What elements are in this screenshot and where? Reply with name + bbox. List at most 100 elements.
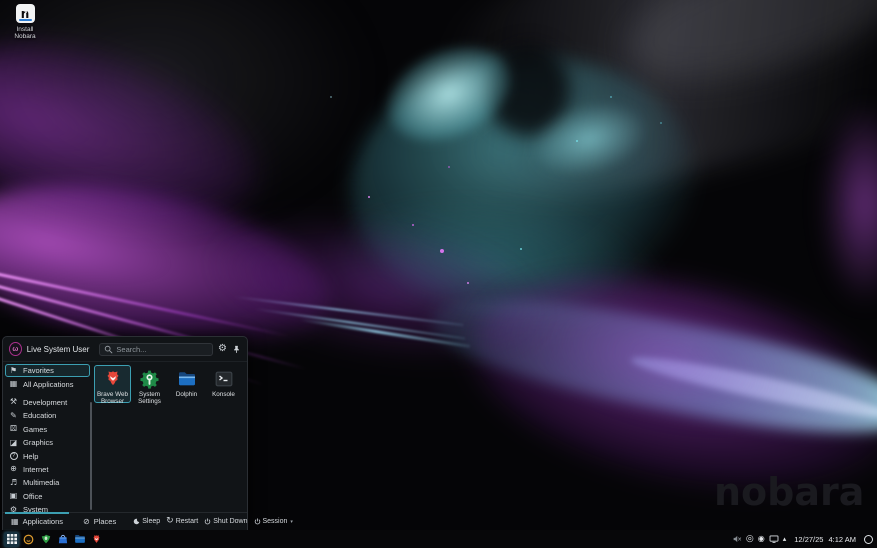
install-nobara-desktop-icon[interactable]: n Install Nobara bbox=[3, 4, 47, 40]
sidebar-item-label: Multimedia bbox=[23, 478, 59, 487]
sidebar-item-favorites[interactable]: ⚑ Favorites bbox=[5, 364, 90, 377]
sleep-moon-icon bbox=[133, 518, 140, 525]
sidebar-item-label: Favorites bbox=[23, 366, 54, 375]
power-icon bbox=[204, 518, 211, 525]
discover-app-button[interactable] bbox=[55, 532, 70, 547]
leave-action-label: Session bbox=[263, 518, 288, 525]
pin-button[interactable] bbox=[232, 345, 241, 354]
search-box bbox=[99, 343, 213, 356]
restart-arrow-icon: ↻ bbox=[166, 517, 174, 526]
desktop-screen: nobara n Install Nobara ω Live System Us… bbox=[0, 0, 877, 548]
games-icon: ⚄ bbox=[9, 425, 18, 433]
status-ring-button[interactable]: ◎ bbox=[746, 535, 754, 544]
bookmark-icon: ⚑ bbox=[9, 367, 18, 375]
green-wings-app-button[interactable] bbox=[38, 532, 53, 547]
konsole-terminal-icon bbox=[214, 369, 234, 389]
ring-outline-icon bbox=[864, 535, 873, 544]
taskbar-panel: ◎ ◉ ▴ 12/27/25 4:12 AM bbox=[0, 530, 877, 548]
clock-date: 12/27/25 bbox=[794, 535, 823, 544]
sleep-button[interactable]: Sleep bbox=[133, 518, 160, 525]
sidebar-item-graphics[interactable]: ◪Graphics bbox=[5, 436, 90, 449]
education-icon: ✎ bbox=[9, 412, 18, 420]
sidebar-item-label: Internet bbox=[23, 465, 48, 474]
internet-globe-icon: ⊕ bbox=[9, 465, 18, 473]
search-icon bbox=[104, 345, 113, 354]
volume-muted-icon bbox=[732, 534, 742, 544]
app-tile-label: System Settings bbox=[132, 391, 167, 405]
expand-tray-button[interactable]: ▴ bbox=[783, 536, 787, 543]
launcher-body: ⚑ Favorites ▦ All Applications ⚒ Development ✎… bbox=[3, 362, 247, 512]
all-apps-grid-icon: ▦ bbox=[9, 380, 18, 388]
launcher-header: ω Live System User ⚙ bbox=[3, 337, 247, 362]
user-name: Live System User bbox=[27, 345, 90, 354]
show-desktop-button[interactable] bbox=[864, 535, 873, 544]
install-icon-label: Install Nobara bbox=[3, 26, 47, 40]
dolphin-folder-icon bbox=[177, 369, 197, 389]
ring-dot-icon: ◎ bbox=[746, 535, 754, 544]
sidebar-item-education[interactable]: ✎Education bbox=[5, 409, 90, 422]
help-icon: ? bbox=[9, 452, 18, 460]
nobara-watermark: nobara bbox=[714, 470, 864, 514]
application-launcher-button[interactable] bbox=[4, 532, 19, 547]
blue-bag-icon bbox=[57, 533, 69, 545]
sidebar-item-label: Development bbox=[23, 398, 67, 407]
sidebar-item-games[interactable]: ⚄Games bbox=[5, 423, 90, 436]
clock-time: 4:12 AM bbox=[828, 535, 856, 544]
session-button[interactable]: Session▾ bbox=[254, 518, 293, 525]
sidebar-item-label: All Applications bbox=[23, 380, 73, 389]
search-input[interactable] bbox=[116, 345, 208, 354]
office-icon: ▣ bbox=[9, 492, 18, 500]
restart-button[interactable]: ↻Restart bbox=[166, 517, 198, 526]
tab-label: Applications bbox=[23, 517, 63, 526]
launcher-grid-icon bbox=[7, 534, 17, 544]
launcher-sidebar: ⚑ Favorites ▦ All Applications ⚒ Development ✎… bbox=[3, 362, 92, 512]
all-apps-grid-icon: ▦ bbox=[11, 518, 19, 526]
volume-muted-button[interactable] bbox=[732, 534, 742, 544]
caret-up-icon: ▴ bbox=[783, 536, 787, 543]
compass-icon: ⊘ bbox=[83, 518, 90, 526]
app-tile-label: Dolphin bbox=[176, 391, 197, 398]
orange-ring-app-button[interactable] bbox=[21, 532, 36, 547]
leave-action-label: Restart bbox=[176, 518, 199, 525]
app-tile-system-settings[interactable]: System Settings bbox=[131, 365, 168, 403]
app-tile-brave-web-browser[interactable]: Brave Web Browser bbox=[94, 365, 131, 403]
sidebar-item-development[interactable]: ⚒ Development bbox=[5, 396, 90, 409]
leave-action-label: Sleep bbox=[142, 518, 160, 525]
display-icon bbox=[769, 534, 779, 544]
tab-places[interactable]: ⊘ Places bbox=[80, 513, 119, 530]
red-shield-icon bbox=[91, 534, 102, 545]
development-tools-icon: ⚒ bbox=[9, 398, 18, 406]
application-launcher-menu: ω Live System User ⚙ ⚑ Favorites ▦ All Appl… bbox=[2, 336, 248, 530]
wallpaper-particles bbox=[0, 0, 2, 2]
brave-browser-button[interactable] bbox=[89, 532, 104, 547]
system-tray: ◎ ◉ ▴ 12/27/25 4:12 AM bbox=[732, 534, 873, 544]
chevron-down-icon: ▾ bbox=[290, 519, 293, 525]
filled-dot-icon: ◉ bbox=[758, 535, 765, 543]
multimedia-icon: ♬ bbox=[9, 479, 18, 487]
shut-down-button[interactable]: Shut Down bbox=[204, 518, 247, 525]
system-settings-icon bbox=[139, 369, 160, 389]
sidebar-scrollbar[interactable] bbox=[90, 402, 92, 510]
sidebar-item-internet[interactable]: ⊕ Internet bbox=[5, 463, 90, 476]
sidebar-item-label: Office bbox=[23, 492, 42, 501]
sidebar-item-label: Graphics bbox=[23, 438, 53, 447]
app-tile-konsole[interactable]: Konsole bbox=[205, 365, 242, 403]
file-manager-button[interactable] bbox=[72, 532, 87, 547]
tab-applications[interactable]: ▦ Applications bbox=[8, 513, 66, 530]
launcher-footer: ▦ Applications ⊘ Places Sleep ↻Restart Shut D… bbox=[3, 512, 247, 530]
configure-button[interactable]: ⚙ bbox=[218, 344, 227, 354]
sidebar-item-office[interactable]: ▣ Office bbox=[5, 490, 90, 503]
sidebar-item-all-applications[interactable]: ▦ All Applications bbox=[5, 377, 90, 390]
leave-action-label: Shut Down bbox=[213, 518, 247, 525]
sidebar-item-multimedia[interactable]: ♬ Multimedia bbox=[5, 476, 90, 489]
tab-label: Places bbox=[94, 517, 117, 526]
clock[interactable]: 12/27/25 4:12 AM bbox=[794, 535, 856, 544]
record-indicator-button[interactable]: ◉ bbox=[758, 535, 765, 543]
display-settings-button[interactable] bbox=[769, 534, 779, 544]
app-tile-label: Konsole bbox=[212, 391, 235, 398]
user-avatar[interactable]: ω bbox=[9, 342, 22, 356]
session-power-icon bbox=[254, 518, 261, 525]
app-tile-dolphin[interactable]: Dolphin bbox=[168, 365, 205, 403]
nobara-installer-icon: n bbox=[16, 4, 35, 23]
sidebar-item-help[interactable]: ?Help bbox=[5, 449, 90, 462]
